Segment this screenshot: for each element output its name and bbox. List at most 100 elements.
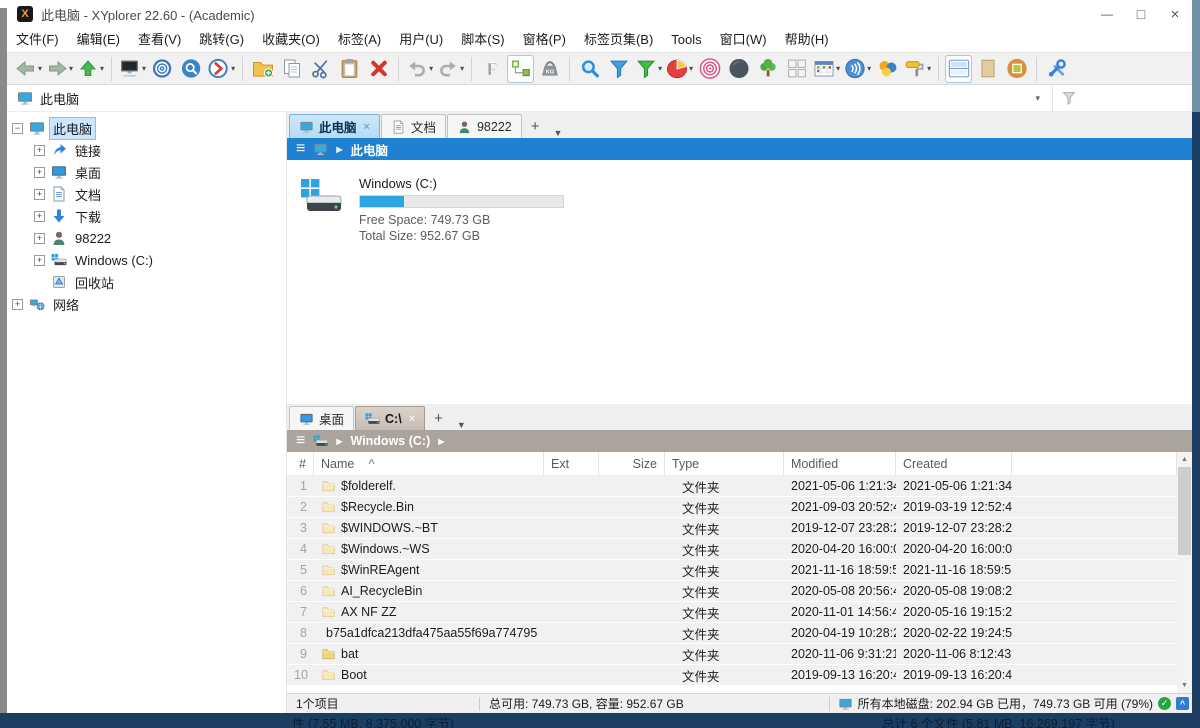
- column-label[interactable]: Created: [903, 457, 947, 471]
- tree-item-回收站[interactable]: 回收站: [7, 271, 286, 293]
- menu-item-2[interactable]: 编辑(E): [68, 28, 129, 52]
- filter-green-button[interactable]: ▾: [634, 55, 663, 83]
- breadcrumb-path[interactable]: Windows (C:): [351, 434, 431, 448]
- tree-item-此电脑[interactable]: −此电脑: [7, 117, 286, 139]
- scroll-down-icon[interactable]: ▼: [1177, 678, 1192, 693]
- minimize-button[interactable]: —: [1090, 0, 1124, 28]
- tree-label[interactable]: 文档: [72, 184, 104, 205]
- file-row-AX NF ZZ[interactable]: 7AX NF ZZ文件夹2020-11-01 14:56:402020-05-1…: [287, 602, 1177, 622]
- pie-chart-button[interactable]: ▾: [665, 55, 694, 83]
- cell-name[interactable]: bat: [314, 647, 544, 661]
- tree-item-Windows (C:)[interactable]: +Windows (C:): [7, 249, 286, 271]
- file-row-$Recycle.Bin[interactable]: 2$Recycle.Bin文件夹2021-09-03 20:52:432019-…: [287, 497, 1177, 517]
- new-tab-button[interactable]: +: [426, 408, 451, 430]
- column-label[interactable]: Ext: [551, 457, 569, 471]
- dropdown-caret-icon[interactable]: ▾: [69, 64, 73, 73]
- breadcrumb-path[interactable]: 此电脑: [351, 140, 389, 159]
- cell-name[interactable]: $WinREAgent: [314, 563, 544, 577]
- target-circle-button[interactable]: [149, 55, 176, 83]
- expander-plus-icon[interactable]: +: [34, 189, 45, 200]
- tab-label[interactable]: 桌面: [319, 409, 344, 428]
- tree-item-文档[interactable]: + 文档: [7, 183, 286, 205]
- dropdown-caret-icon[interactable]: ▾: [867, 64, 871, 73]
- expander-plus-icon[interactable]: +: [34, 167, 45, 178]
- dark-circle-button[interactable]: [725, 55, 752, 83]
- expander-plus-icon[interactable]: +: [34, 211, 45, 222]
- dropdown-caret-icon[interactable]: ▾: [142, 64, 146, 73]
- column-header-Size[interactable]: Size: [599, 452, 665, 475]
- expander-minus-icon[interactable]: −: [12, 123, 23, 134]
- column-header-Name[interactable]: Name^: [314, 452, 544, 475]
- tab-list-caret-icon[interactable]: ▼: [548, 128, 569, 138]
- weight-kg-button[interactable]: KG: [536, 55, 563, 83]
- file-row-Boot[interactable]: 10Boot文件夹2019-09-13 16:20:422019-09-13 1…: [287, 665, 1177, 685]
- cell-name[interactable]: Boot: [314, 668, 544, 682]
- column-label[interactable]: #: [299, 457, 306, 471]
- tree-label[interactable]: 链接: [72, 140, 104, 161]
- dropdown-caret-icon[interactable]: ▾: [429, 64, 433, 73]
- tab-label[interactable]: 文档: [411, 117, 436, 136]
- tree-label[interactable]: 下载: [72, 206, 104, 227]
- dropdown-caret-icon[interactable]: ▾: [658, 64, 662, 73]
- pane-orange-button[interactable]: [1003, 55, 1030, 83]
- tab-98222[interactable]: 98222: [447, 114, 522, 138]
- tab-label[interactable]: C:\: [385, 412, 402, 426]
- tree-label[interactable]: 回收站: [72, 272, 117, 293]
- hamburger-menu-icon[interactable]: ≡: [296, 431, 305, 451]
- menu-item-12[interactable]: 窗口(W): [711, 28, 776, 52]
- file-name[interactable]: $WINDOWS.~BT: [341, 521, 438, 535]
- expander-plus-icon[interactable]: +: [34, 233, 45, 244]
- menu-item-3[interactable]: 查看(V): [129, 28, 190, 52]
- tab-close-icon[interactable]: ×: [409, 413, 415, 425]
- status-chevron-up-button[interactable]: ^: [1176, 697, 1189, 710]
- filter-blue-button[interactable]: [605, 55, 632, 83]
- scroll-up-icon[interactable]: ▲: [1177, 452, 1192, 467]
- menu-item-8[interactable]: 脚本(S): [452, 28, 513, 52]
- scroll-thumb[interactable]: [1178, 467, 1191, 555]
- tree-item-下载[interactable]: + 下载: [7, 205, 286, 227]
- tab-此电脑[interactable]: 此电脑 ×: [289, 114, 380, 138]
- color-circles-button[interactable]: [874, 55, 901, 83]
- tab-close-icon[interactable]: ×: [364, 121, 370, 133]
- dropdown-caret-icon[interactable]: ▾: [836, 64, 840, 73]
- tab-list-caret-icon[interactable]: ▼: [451, 420, 472, 430]
- breadcrumb-arrow-icon[interactable]: ▶: [438, 437, 444, 446]
- dropdown-caret-icon[interactable]: ▾: [927, 64, 931, 73]
- column-header-Created[interactable]: Created: [896, 452, 1012, 475]
- pane-vertical-button[interactable]: [974, 55, 1001, 83]
- font-button[interactable]: F: [478, 55, 505, 83]
- cell-name[interactable]: $Windows.~WS: [314, 542, 544, 556]
- go-circle-button[interactable]: ▾: [207, 55, 236, 83]
- up-button[interactable]: ▾: [76, 55, 105, 83]
- file-name[interactable]: $folderelf.: [341, 479, 396, 493]
- grid-squares-button[interactable]: [783, 55, 810, 83]
- tree-label[interactable]: 网络: [50, 294, 82, 315]
- tab-桌面[interactable]: 桌面: [289, 406, 354, 430]
- split-horizontal-button[interactable]: [945, 55, 972, 83]
- cut-button[interactable]: [307, 55, 334, 83]
- file-row-bat[interactable]: 9bat文件夹2020-11-06 9:31:212020-11-06 8:12…: [287, 644, 1177, 664]
- close-button[interactable]: ×: [1158, 0, 1192, 28]
- dropdown-caret-icon[interactable]: ▾: [460, 64, 464, 73]
- menu-item-9[interactable]: 窗格(P): [514, 28, 575, 52]
- file-name[interactable]: AX NF ZZ: [341, 605, 397, 619]
- zoom-circle-button[interactable]: [178, 55, 205, 83]
- file-name[interactable]: $Recycle.Bin: [341, 500, 414, 514]
- filter-box[interactable]: [1052, 85, 1192, 112]
- forward-button[interactable]: ▾: [45, 55, 74, 83]
- file-row-$WINDOWS.~BT[interactable]: 3$WINDOWS.~BT文件夹2019-12-07 23:28:272019-…: [287, 518, 1177, 538]
- cell-name[interactable]: b75a1dfca213dfa475aa55f69a774795: [314, 626, 544, 640]
- dropdown-caret-icon[interactable]: ▾: [231, 64, 235, 73]
- expander-plus-icon[interactable]: +: [12, 299, 23, 310]
- column-label[interactable]: Name: [321, 457, 354, 471]
- menu-item-1[interactable]: 文件(F): [7, 28, 68, 52]
- tree-label[interactable]: 98222: [72, 230, 114, 247]
- file-row-$Windows.~WS[interactable]: 4$Windows.~WS文件夹2020-04-20 16:00:082020-…: [287, 539, 1177, 559]
- hamburger-menu-icon[interactable]: ≡: [296, 139, 305, 159]
- file-row-AI_RecycleBin[interactable]: 6AI_RecycleBin文件夹2020-05-08 20:56:482020…: [287, 581, 1177, 601]
- status-check-icon[interactable]: ✓: [1158, 697, 1171, 710]
- vertical-scrollbar[interactable]: ▲ ▼: [1177, 452, 1192, 693]
- tree-item-98222[interactable]: +98222: [7, 227, 286, 249]
- tab-label[interactable]: 此电脑: [319, 117, 357, 136]
- cell-name[interactable]: AI_RecycleBin: [314, 584, 544, 598]
